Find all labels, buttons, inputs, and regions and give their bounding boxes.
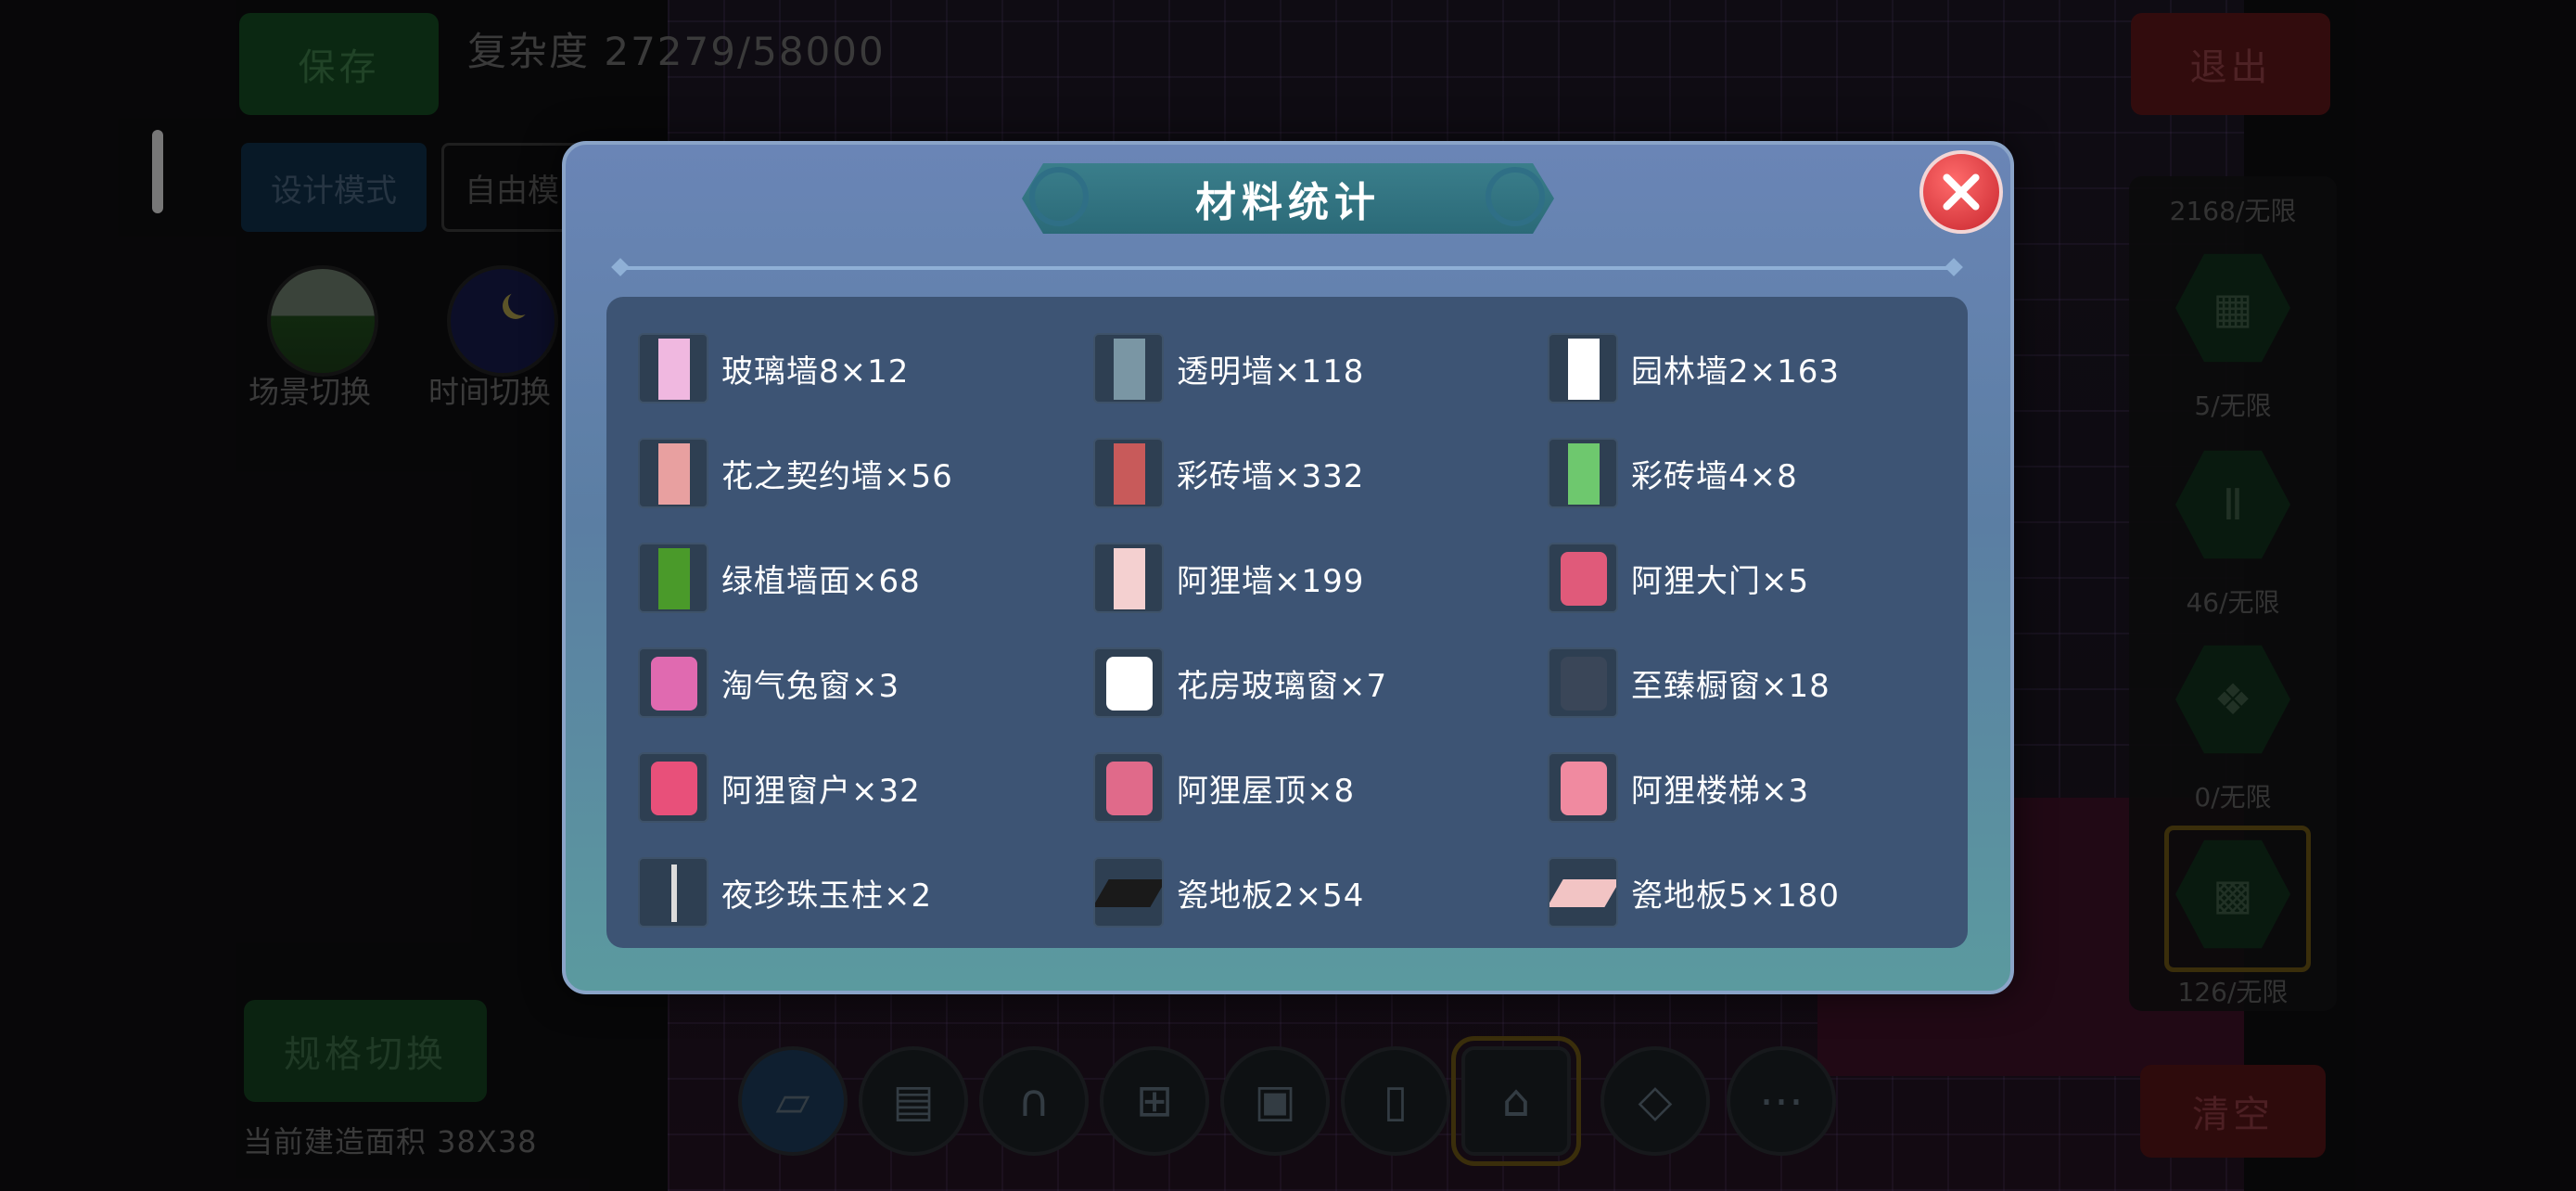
- icon-swatch: [671, 864, 677, 922]
- material-label: 花之契约墙×56: [721, 457, 953, 495]
- icon-swatch: [1106, 657, 1153, 711]
- icon-swatch: [658, 548, 690, 609]
- material-label: 园林墙2×163: [1631, 352, 1841, 391]
- glass-wall-icon: [638, 333, 708, 403]
- material-list[interactable]: 玻璃墙8×12 透明墙×118 园林墙2×163 花之契约墙×56 彩砖墙×332 彩砖墙…: [606, 297, 1968, 948]
- plant-wall-icon: [638, 543, 708, 613]
- icon-swatch: [1568, 339, 1600, 400]
- material-label: 淘气兔窗×3: [721, 667, 900, 705]
- material-label: 玻璃墙8×12: [721, 352, 910, 391]
- material-label: 至臻橱窗×18: [1631, 667, 1830, 705]
- greenhouse-window-icon: [1093, 647, 1164, 718]
- pink-tile-floor-icon: [1548, 857, 1618, 928]
- ali-wall-icon: [1093, 543, 1164, 613]
- red-brick-wall-icon: [1093, 438, 1164, 508]
- material-item: 阿狸大门×5: [1548, 538, 1809, 618]
- bunny-window-icon: [638, 647, 708, 718]
- material-item: 瓷地板5×180: [1548, 852, 1840, 932]
- icon-swatch: [1568, 443, 1600, 505]
- material-label: 阿狸大门×5: [1631, 562, 1810, 600]
- icon-swatch: [1561, 762, 1607, 815]
- icon-swatch: [651, 762, 697, 815]
- garden-wall-icon: [1548, 333, 1618, 403]
- material-item: 彩砖墙×332: [1093, 433, 1364, 513]
- title-divider: [619, 266, 1955, 270]
- ali-door-icon: [1548, 543, 1618, 613]
- icon-swatch: [1114, 339, 1145, 400]
- material-item: 夜珍珠玉柱×2: [638, 852, 932, 932]
- material-item: 阿狸屋顶×8: [1093, 748, 1355, 827]
- material-item: 园林墙2×163: [1548, 328, 1840, 408]
- icon-swatch: [1549, 879, 1616, 907]
- material-item: 玻璃墙8×12: [638, 328, 909, 408]
- material-label: 透明墙×118: [1177, 352, 1365, 391]
- icon-swatch: [658, 339, 690, 400]
- material-item: 阿狸墙×199: [1093, 538, 1364, 618]
- dialog-title: 材料统计: [1195, 179, 1381, 226]
- icon-swatch: [651, 657, 697, 711]
- icon-swatch: [1114, 443, 1145, 505]
- icon-swatch: [1095, 879, 1162, 907]
- icon-swatch: [1114, 548, 1145, 609]
- material-label: 阿狸楼梯×3: [1631, 772, 1810, 810]
- material-label: 瓷地板5×180: [1631, 877, 1841, 915]
- material-label: 彩砖墙×332: [1177, 457, 1365, 495]
- icon-swatch: [1106, 762, 1153, 815]
- material-item: 瓷地板2×54: [1093, 852, 1364, 932]
- material-label: 阿狸墙×199: [1177, 562, 1365, 600]
- material-label: 夜珍珠玉柱×2: [721, 877, 933, 915]
- material-item: 阿狸窗户×32: [638, 748, 921, 827]
- close-button[interactable]: [1919, 150, 2003, 234]
- icon-swatch: [1561, 657, 1607, 711]
- material-label: 绿植墙面×68: [721, 562, 921, 600]
- dark-tile-floor-icon: [1093, 857, 1164, 928]
- transparent-wall-icon: [1093, 333, 1164, 403]
- ali-roof-icon: [1093, 752, 1164, 823]
- material-item: 阿狸楼梯×3: [1548, 748, 1809, 827]
- material-item: 淘气兔窗×3: [638, 643, 899, 723]
- material-label: 阿狸窗户×32: [721, 772, 921, 810]
- icon-swatch: [658, 443, 690, 505]
- showcase-window-icon: [1548, 647, 1618, 718]
- material-item: 花之契约墙×56: [638, 433, 953, 513]
- ali-stairs-icon: [1548, 752, 1618, 823]
- material-label: 彩砖墙4×8: [1631, 457, 1798, 495]
- icon-swatch: [1561, 552, 1607, 606]
- material-item: 透明墙×118: [1093, 328, 1364, 408]
- green-brick-wall-icon: [1548, 438, 1618, 508]
- ali-window-icon: [638, 752, 708, 823]
- material-item: 花房玻璃窗×7: [1093, 643, 1387, 723]
- pearl-pillar-icon: [638, 857, 708, 928]
- material-label: 瓷地板2×54: [1177, 877, 1365, 915]
- material-item: 至臻橱窗×18: [1548, 643, 1830, 723]
- material-item: 绿植墙面×68: [638, 538, 921, 618]
- material-label: 花房玻璃窗×7: [1177, 667, 1388, 705]
- flower-wall-icon: [638, 438, 708, 508]
- material-item: 彩砖墙4×8: [1548, 433, 1798, 513]
- material-label: 阿狸屋顶×8: [1177, 772, 1356, 810]
